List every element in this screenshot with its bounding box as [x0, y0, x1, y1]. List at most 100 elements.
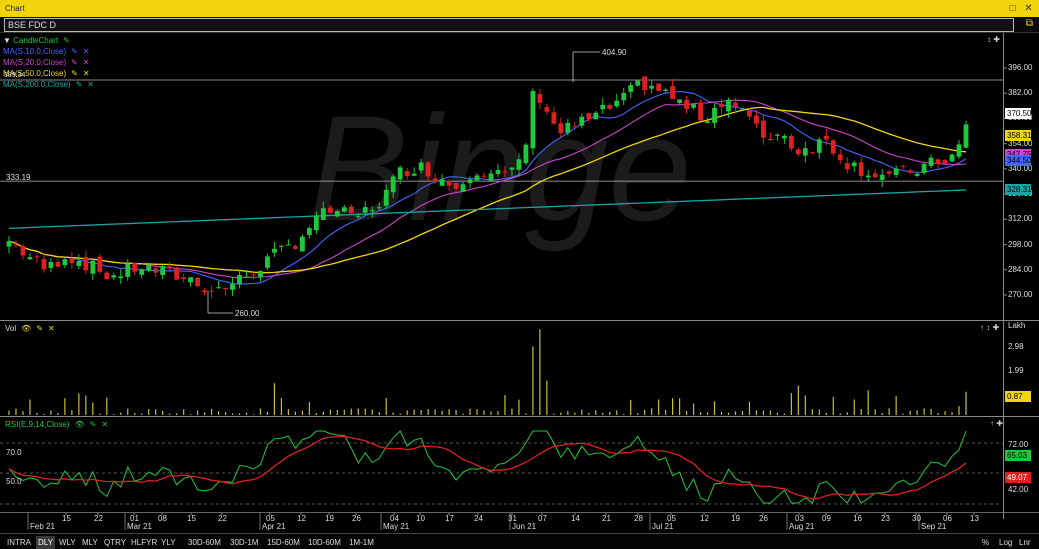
candle-body [48, 262, 54, 268]
remove-icon[interactable]: ✕ [48, 323, 55, 334]
candle-body [425, 162, 431, 177]
candle-body [376, 207, 382, 209]
candle-body [383, 189, 389, 206]
candle-body [97, 256, 103, 272]
candle-body [34, 256, 40, 258]
rsi-tick-72: 72.00 [1008, 440, 1029, 449]
candle-body [698, 102, 703, 121]
period-hlfyr[interactable]: HLFYR [129, 536, 159, 549]
vol-pane-controls[interactable]: ↑ ↕ ✚ [980, 323, 999, 332]
candle-body [656, 83, 662, 91]
rsi-pane-controls[interactable]: ↑ ✚ [990, 419, 1003, 428]
candle-body [279, 245, 284, 247]
legend-ma10[interactable]: MA(S,10.0,Close) ✎ ✕ [3, 46, 94, 57]
remove-icon[interactable]: ✕ [101, 419, 108, 430]
candle-body [858, 162, 864, 176]
percent-button[interactable]: % [980, 536, 991, 549]
remove-icon[interactable]: ✕ [83, 46, 90, 57]
price-pane-controls[interactable]: ↕ ✚ [987, 35, 1000, 44]
candle-body [809, 152, 815, 154]
price-tag-1: 358.31 [1005, 130, 1032, 142]
candle-body [118, 276, 124, 279]
candle-body [272, 248, 277, 253]
vol-unit: Lakh [1008, 321, 1026, 330]
period-intra[interactable]: INTRA [5, 536, 33, 549]
candle-body [439, 179, 445, 186]
x-month-label-7: Sep 21 [921, 522, 947, 531]
price-tag-0: 370.50 [1005, 108, 1032, 120]
candle-body [237, 274, 242, 285]
candle-body [607, 104, 613, 109]
candle-body [83, 257, 89, 271]
period-yly[interactable]: YLY [159, 536, 178, 549]
chart-canvas[interactable]: Binge 404.90 260.00 [0, 0, 1039, 549]
x-day-label-11: 10 [416, 514, 425, 523]
candle-body [802, 148, 808, 156]
candle-body [579, 116, 585, 126]
interval-2[interactable]: 15D-60M [265, 536, 302, 549]
candle-body [6, 241, 12, 247]
pencil-icon[interactable]: ✎ [76, 79, 83, 90]
x-day-label-9: 26 [352, 514, 361, 523]
candle-body [949, 154, 955, 162]
x-month-label-6: Aug 21 [789, 522, 815, 531]
candle-body [768, 139, 773, 141]
candle-body [788, 136, 794, 149]
x-day-label-8: 19 [325, 514, 334, 523]
remove-icon[interactable]: ✕ [83, 57, 90, 68]
candle-body [76, 261, 82, 266]
period-qtry[interactable]: QTRY [102, 536, 128, 549]
candle-body [705, 121, 710, 124]
candle-body [774, 134, 780, 136]
x-day-label-0: 15 [62, 514, 71, 523]
pane-divider-volume[interactable] [0, 320, 1039, 321]
legend-candlechart[interactable]: ▼ CandleChart ✎ [3, 35, 94, 46]
candle-body [830, 140, 836, 154]
pencil-icon[interactable]: ✎ [36, 323, 43, 334]
eye-icon[interactable]: 👁 [74, 419, 84, 430]
interval-1[interactable]: 30D-1M [228, 536, 260, 549]
candle-body [139, 269, 145, 275]
x-day-label-21: 19 [731, 514, 740, 523]
interval-0[interactable]: 30D-60M [186, 536, 223, 549]
candle-body [823, 135, 829, 140]
x-day-label-16: 14 [571, 514, 580, 523]
remove-icon[interactable]: ✕ [83, 68, 90, 79]
eye-icon[interactable]: 👁 [21, 323, 31, 334]
rsi-legend[interactable]: RSI(E,9,14,Close) 👁 ✎ ✕ [5, 419, 108, 430]
x-month-label-1: Mar 21 [127, 522, 152, 531]
x-day-label-22: 26 [759, 514, 768, 523]
pencil-icon[interactable]: ✎ [71, 46, 78, 57]
candle-body [502, 171, 508, 173]
interval-4[interactable]: 1M-1M [347, 536, 376, 549]
period-mly[interactable]: MLY [80, 536, 100, 549]
candle-body [781, 135, 787, 139]
pane-divider-rsi[interactable] [0, 416, 1039, 417]
candle-body [481, 175, 487, 177]
candle-body [740, 108, 745, 110]
legend-ma200[interactable]: MA(S,200.0,Close) ✎ ✕ [3, 79, 94, 90]
period-dly[interactable]: DLY [36, 536, 55, 549]
candle-body [719, 103, 724, 108]
remove-icon[interactable]: ✕ [87, 79, 94, 90]
candle-body [851, 162, 857, 167]
candle-body [293, 246, 298, 249]
period-wly[interactable]: WLY [57, 536, 78, 549]
candle-body [628, 85, 634, 92]
candle-body [202, 290, 207, 293]
log-button[interactable]: Log [997, 536, 1014, 549]
candle-body [495, 169, 501, 174]
legend-ma20[interactable]: MA(S,20.0,Close) ✎ ✕ [3, 57, 94, 68]
pencil-icon[interactable]: ✎ [63, 35, 70, 46]
pencil-icon[interactable]: ✎ [90, 419, 97, 430]
pencil-icon[interactable]: ✎ [71, 68, 78, 79]
candle-body [90, 260, 96, 274]
candle-body [747, 110, 752, 117]
linear-button[interactable]: Lnr [1017, 536, 1033, 549]
vol-legend[interactable]: Vol 👁 ✎ ✕ [5, 323, 55, 334]
pencil-icon[interactable]: ✎ [71, 57, 78, 68]
candle-body [460, 184, 466, 192]
interval-3[interactable]: 10D-60M [306, 536, 343, 549]
bottom-toolbar: INTRA DLY WLY MLY QTRY HLFYR YLY 30D-60M 30D-1M 1… [0, 533, 1039, 549]
price-tick-8: 284.00 [1008, 264, 1033, 274]
